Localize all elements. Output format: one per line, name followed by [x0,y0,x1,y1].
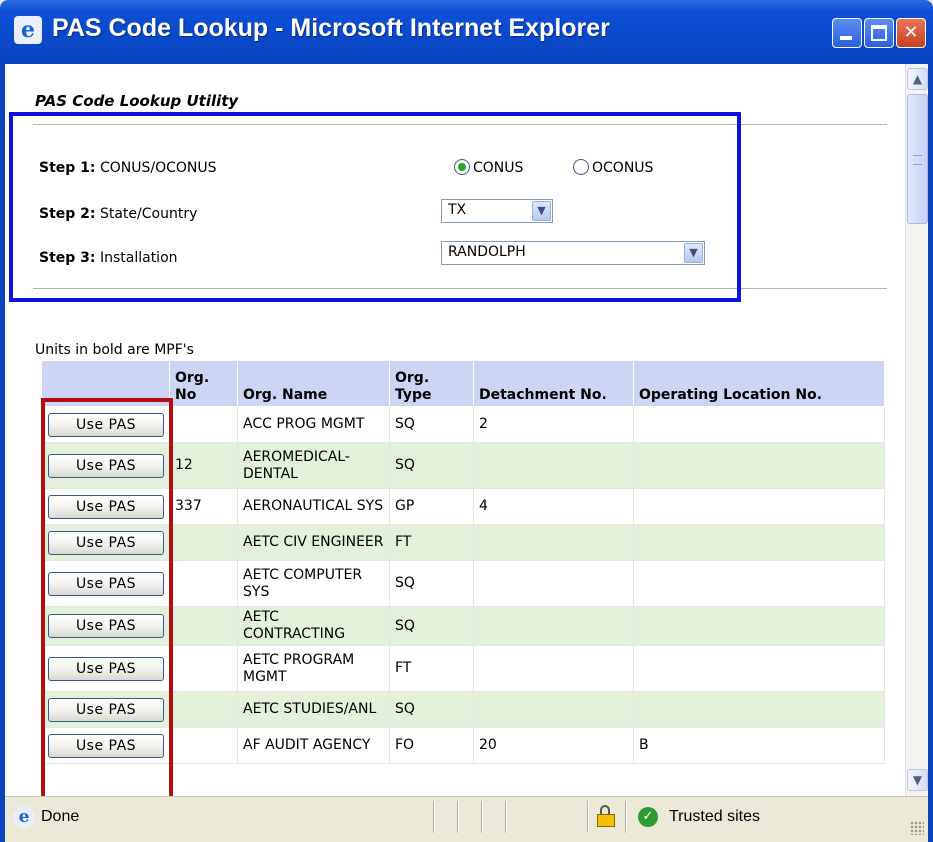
org-type-cell: SQ [389,560,474,607]
org-name-cell: AETC CIV ENGINEER [237,524,390,561]
detachment-cell [473,524,634,561]
minimize-icon [840,36,852,40]
title-bar[interactable]: e PAS Code Lookup - Microsoft Internet E… [0,0,933,64]
operating-location-cell [633,606,885,646]
org-type-cell: SQ [389,691,474,728]
status-divider [587,801,589,833]
maximize-button[interactable] [864,18,894,48]
org-name-cell: AERONAUTICAL SYS [237,488,390,525]
detachment-cell [473,691,634,728]
detachment-cell: 4 [473,488,634,525]
status-divider [457,801,459,833]
scroll-down-arrow-icon[interactable]: ▼ [907,769,928,791]
resize-grip-icon[interactable] [910,821,924,835]
org-no-cell [169,406,238,443]
scroll-up-arrow-icon[interactable]: ▲ [907,68,928,90]
header-org-no: Org. No [169,360,238,407]
detachment-cell [473,645,634,692]
org-name-cell: AETC PROGRAM MGMT [237,645,390,692]
lock-body [597,814,615,827]
check-icon: ✓ [638,807,658,827]
org-no-cell [169,645,238,692]
close-icon: ✕ [903,22,919,43]
lock-icon[interactable] [597,805,615,827]
units-note: Units in bold are MPF's [35,342,194,358]
detachment-cell [473,606,634,646]
org-no-cell [169,606,238,646]
status-divider [625,801,627,833]
header-org-name: Org. Name [237,360,390,407]
operating-location-cell [633,488,885,525]
operating-location-cell: B [633,727,885,764]
ie-icon: e [13,806,35,828]
scrollbar-thumb[interactable] [907,94,928,224]
detachment-cell: 2 [473,406,634,443]
operating-location-cell [633,524,885,561]
status-bar: e Done ✓ Trusted sites [5,796,928,838]
org-no-cell [169,691,238,728]
org-type-cell: FT [389,645,474,692]
detachment-cell [473,560,634,607]
page-content: PAS Code Lookup Utility Step 1: CONUS/OC… [5,64,905,804]
org-type-cell: FT [389,524,474,561]
detachment-cell [473,442,634,489]
minimize-button[interactable] [832,18,862,48]
maximize-icon [871,25,887,41]
window-frame-right [928,64,933,842]
org-no-cell: 12 [169,442,238,489]
operating-location-cell [633,442,885,489]
org-no-cell: 337 [169,488,238,525]
org-name-cell: AETC CONTRACTING [237,606,390,646]
vertical-scrollbar[interactable]: ▲ ▼ [905,64,928,796]
page-title: PAS Code Lookup Utility [35,92,239,110]
close-button[interactable]: ✕ [896,18,926,48]
header-detachment-no: Detachment No. [473,360,634,407]
status-divider [481,801,483,833]
org-type-cell: SQ [389,406,474,443]
org-type-cell: SQ [389,606,474,646]
operating-location-cell [633,691,885,728]
org-name-cell: ACC PROG MGMT [237,406,390,443]
ie-icon: e [14,16,42,44]
steps-highlight-box [9,112,741,302]
org-name-cell: AETC COMPUTER SYS [237,560,390,607]
header-org-type: Org. Type [389,360,474,407]
detachment-cell: 20 [473,727,634,764]
security-zone[interactable]: Trusted sites [669,808,760,826]
org-name-cell: AF AUDIT AGENCY [237,727,390,764]
org-type-cell: SQ [389,442,474,489]
operating-location-cell [633,406,885,443]
buttons-highlight-box [41,398,173,804]
org-type-cell: GP [389,488,474,525]
org-name-cell: AETC STUDIES/ANL [237,691,390,728]
operating-location-cell [633,645,885,692]
org-no-cell [169,727,238,764]
org-no-cell [169,560,238,607]
org-no-cell [169,524,238,561]
grip-icon [913,155,922,165]
org-type-cell: FO [389,727,474,764]
status-divider [433,801,435,833]
status-divider [505,801,507,833]
org-name-cell: AEROMEDICAL-DENTAL [237,442,390,489]
status-text: Done [41,808,80,825]
operating-location-cell [633,560,885,607]
window-title: PAS Code Lookup - Microsoft Internet Exp… [52,14,610,42]
header-operating-location-no: Operating Location No. [633,360,885,407]
